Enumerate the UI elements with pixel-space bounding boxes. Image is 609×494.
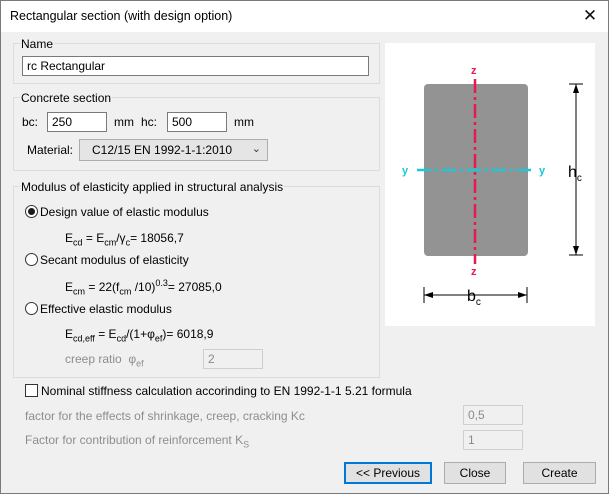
dim-b-arrow-right bbox=[518, 292, 527, 298]
creep-ratio-label: creep ratio φef bbox=[65, 352, 144, 369]
design-value-result: 18056,7 bbox=[140, 231, 184, 245]
dim-h-arrow-top bbox=[573, 84, 579, 93]
radio-design-value[interactable] bbox=[25, 205, 38, 218]
dim-b-label: bc bbox=[467, 288, 481, 308]
dialog-window: Rectangular section (with design option)… bbox=[0, 0, 609, 494]
ks-input[interactable] bbox=[463, 430, 523, 450]
secant-modulus-label[interactable]: Secant modulus of elasticity bbox=[40, 253, 189, 267]
dim-h-text: h bbox=[568, 164, 577, 181]
material-label: Material: bbox=[27, 143, 74, 157]
secant-modulus-formula: Ecm = 22(fcm /10)0.3= 27085,0 bbox=[65, 278, 222, 297]
axis-z-bottom: z bbox=[471, 266, 477, 278]
axis-y-right: y bbox=[539, 165, 546, 177]
dim-h-arrow-bottom bbox=[573, 246, 579, 255]
bc-unit: mm bbox=[114, 115, 134, 129]
section-figure: z z y y hc bc bbox=[385, 43, 595, 326]
design-value-formula: Ecd = Ecm/γc= 18056,7 bbox=[65, 231, 184, 248]
secant-modulus-result: 27085,0 bbox=[178, 280, 222, 294]
effective-modulus-result: 6018,9 bbox=[176, 327, 214, 341]
hc-input[interactable] bbox=[167, 112, 227, 132]
bc-input[interactable] bbox=[47, 112, 107, 132]
ks-label-text: Factor for contribution of reinforcement… bbox=[25, 433, 244, 447]
dim-b-arrow-left bbox=[424, 292, 433, 298]
radio-effective-modulus[interactable] bbox=[25, 302, 38, 315]
hc-label: hc: bbox=[141, 115, 158, 129]
modulus-group-legend: Modulus of elasticity applied in structu… bbox=[20, 180, 285, 194]
kc-input[interactable] bbox=[463, 405, 523, 425]
close-icon[interactable]: ✕ bbox=[579, 5, 601, 27]
ks-label: Factor for contribution of reinforcement… bbox=[25, 433, 250, 450]
concrete-section-legend: Concrete section bbox=[20, 91, 113, 105]
close-button[interactable]: Close bbox=[444, 462, 506, 484]
nominal-stiffness-checkbox[interactable] bbox=[25, 384, 38, 397]
window-title: Rectangular section (with design option) bbox=[10, 9, 233, 23]
axis-z-top: z bbox=[471, 65, 477, 77]
radio-secant-modulus[interactable] bbox=[25, 253, 38, 266]
section-diagram: z z y y hc bc bbox=[402, 65, 583, 308]
creep-ratio-text: creep ratio bbox=[65, 352, 122, 366]
effective-modulus-formula: Ecd,eff = Ecd/(1+φef)= 6018,9 bbox=[65, 327, 214, 344]
title-bar: Rectangular section (with design option)… bbox=[1, 1, 608, 32]
dim-b-text: b bbox=[467, 288, 476, 305]
material-select[interactable]: C12/15 EN 1992-1-1:2010 ⌄ bbox=[79, 139, 268, 161]
design-value-label[interactable]: Design value of elastic modulus bbox=[40, 205, 209, 219]
name-group-legend: Name bbox=[20, 37, 55, 51]
hc-unit: mm bbox=[234, 115, 254, 129]
effective-modulus-label[interactable]: Effective elastic modulus bbox=[40, 302, 172, 316]
bc-label: bc: bbox=[22, 115, 39, 129]
kc-label: factor for the effects of shrinkage, cre… bbox=[25, 409, 305, 423]
dim-h-label: hc bbox=[568, 164, 582, 184]
chevron-down-icon: ⌄ bbox=[251, 143, 261, 155]
previous-button[interactable]: << Previous bbox=[344, 462, 432, 484]
name-input[interactable] bbox=[22, 56, 369, 76]
creep-ratio-input[interactable] bbox=[203, 349, 263, 369]
axis-y-left: y bbox=[402, 165, 409, 177]
dim-b-subscript: c bbox=[476, 297, 481, 308]
create-button[interactable]: Create bbox=[523, 462, 596, 484]
dim-h-subscript: c bbox=[577, 173, 582, 184]
nominal-stiffness-label[interactable]: Nominal stiffness calculation accorindin… bbox=[41, 384, 412, 398]
material-value: C12/15 EN 1992-1-1:2010 bbox=[92, 143, 233, 157]
